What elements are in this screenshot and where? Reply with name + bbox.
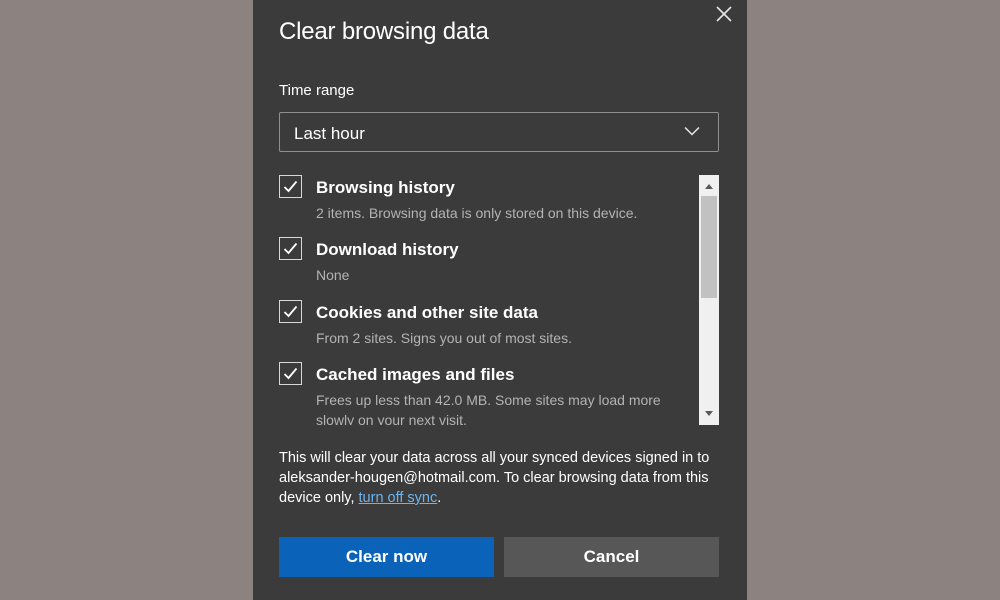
chevron-down-icon [684, 126, 700, 136]
clear-browsing-data-dialog: Clear browsing data Time range Last hour… [253, 0, 747, 600]
item-title: Browsing history [316, 178, 455, 197]
time-range-value: Last hour [294, 124, 365, 143]
dialog-title: Clear browsing data [279, 18, 489, 45]
turn-off-sync-link[interactable]: turn off sync [359, 490, 438, 506]
sync-notice: This will clear your data across all you… [279, 448, 723, 508]
item-description: From 2 sites. Signs you out of most site… [316, 330, 572, 346]
cookies-checkbox[interactable] [279, 300, 302, 323]
scroll-down-button[interactable] [699, 405, 719, 423]
list-scrollbar[interactable] [699, 175, 719, 425]
scrollbar-thumb[interactable] [701, 196, 717, 298]
notice-text-end: . [437, 490, 442, 506]
item-title: Cached images and files [316, 365, 515, 384]
item-description: None [316, 267, 350, 283]
checkmark-icon [283, 367, 298, 380]
time-range-label: Time range [279, 82, 355, 99]
item-title: Download history [316, 240, 459, 259]
item-title: Cookies and other site data [316, 303, 538, 322]
triangle-down-icon [705, 411, 713, 416]
checkmark-icon [283, 180, 298, 193]
browsing-history-checkbox[interactable] [279, 175, 302, 198]
time-range-select[interactable]: Last hour [279, 112, 719, 152]
checkmark-icon [283, 242, 298, 255]
cancel-button[interactable]: Cancel [504, 537, 719, 577]
clear-now-button[interactable]: Clear now [279, 537, 494, 577]
triangle-up-icon [705, 184, 713, 189]
checkmark-icon [283, 305, 298, 318]
notice-text: This will clear your data across all you… [279, 450, 710, 506]
item-description: 2 items. Browsing data is only stored on… [316, 205, 638, 221]
close-button[interactable] [710, 0, 738, 28]
download-history-checkbox[interactable] [279, 237, 302, 260]
scroll-up-button[interactable] [699, 177, 719, 195]
data-types-list: Browsing history 2 items. Browsing data … [279, 175, 719, 425]
cached-images-checkbox[interactable] [279, 362, 302, 385]
close-icon [716, 6, 732, 22]
item-description: Frees up less than 42.0 MB. Some sites m… [316, 392, 661, 425]
